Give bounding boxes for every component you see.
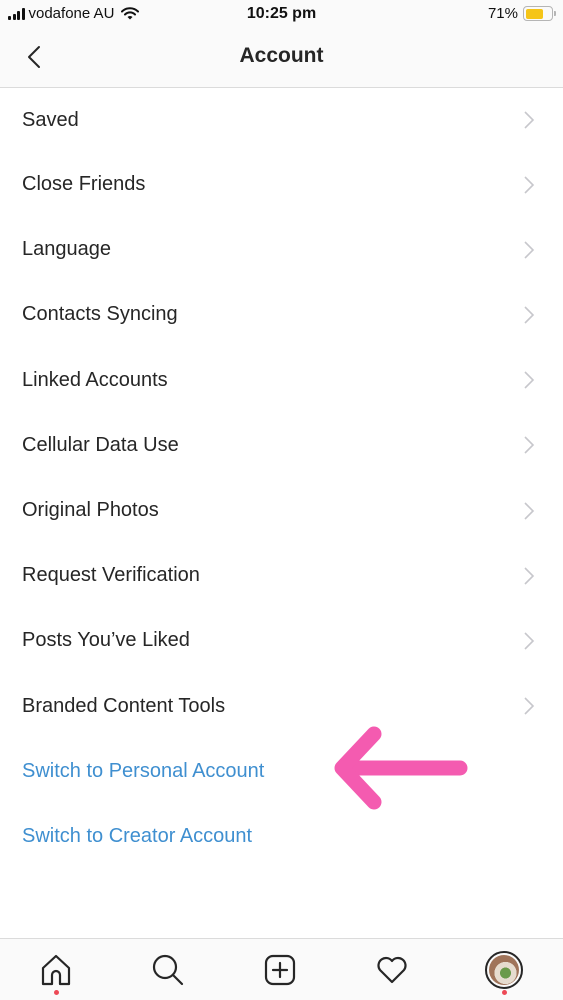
- menu-item-label: Branded Content Tools: [22, 694, 226, 717]
- chevron-right-icon: [524, 501, 535, 520]
- menu-item-label: Contacts Syncing: [22, 303, 178, 326]
- search-icon: [152, 954, 184, 986]
- menu-item-original-photos[interactable]: Original Photos: [0, 478, 563, 543]
- battery-icon: [523, 6, 556, 21]
- menu-item-saved[interactable]: Saved: [0, 88, 563, 152]
- menu-item-contacts-syncing[interactable]: Contacts Syncing: [0, 282, 563, 347]
- menu-item-close-friends[interactable]: Close Friends: [0, 152, 563, 217]
- menu-item-label: Posts You’ve Liked: [22, 629, 190, 652]
- tab-new-post[interactable]: [250, 939, 310, 1000]
- nav-bar: Account: [0, 30, 563, 88]
- menu-item-linked-accounts[interactable]: Linked Accounts: [0, 348, 563, 413]
- tab-activity[interactable]: [362, 939, 422, 1000]
- tab-search[interactable]: [138, 939, 198, 1000]
- chevron-right-icon: [524, 241, 535, 259]
- status-time: 10:25 pm: [246, 5, 317, 22]
- chevron-right-icon: [524, 306, 535, 324]
- battery-percent: 71%: [487, 5, 518, 22]
- chevron-right-icon: [524, 176, 535, 194]
- menu-item-label: Request Verification: [22, 564, 200, 587]
- status-bar: vodafone AU 10:25 pm 71%: [0, 0, 563, 30]
- menu-item-label: Saved: [22, 108, 79, 131]
- chevron-right-icon: [524, 567, 535, 585]
- menu-item-label: Cellular Data Use: [22, 433, 179, 456]
- chevron-right-icon: [524, 371, 535, 389]
- chevron-right-icon: [524, 697, 535, 715]
- tab-home[interactable]: [26, 939, 86, 1000]
- menu-item-label: Language: [22, 238, 111, 261]
- arrow-left-icon: [334, 726, 468, 810]
- menu-item-cellular-data-use[interactable]: Cellular Data Use: [0, 413, 563, 478]
- menu-item-label: Linked Accounts: [22, 368, 168, 391]
- menu-item-posts-liked[interactable]: Posts You’ve Liked: [0, 608, 563, 673]
- menu-item-language[interactable]: Language: [0, 217, 563, 282]
- switch-to-personal-account-link[interactable]: Switch to Personal Account: [0, 739, 563, 804]
- avatar-image: [489, 955, 519, 985]
- status-right: 71%: [487, 5, 556, 22]
- menu-item-request-verification[interactable]: Request Verification: [0, 543, 563, 608]
- account-menu: Saved Close Friends Language Contacts Sy…: [0, 88, 563, 869]
- menu-item-label: Switch to Creator Account: [22, 824, 253, 847]
- avatar: [485, 951, 523, 989]
- chevron-right-icon: [524, 111, 535, 129]
- tab-bar: [0, 938, 563, 1000]
- menu-item-label: Switch to Personal Account: [22, 759, 265, 782]
- switch-to-creator-account-link[interactable]: Switch to Creator Account: [0, 804, 563, 869]
- page-title: Account: [239, 44, 324, 67]
- chevron-right-icon: [524, 632, 535, 650]
- menu-item-branded-content-tools[interactable]: Branded Content Tools: [0, 674, 563, 739]
- notification-dot: [501, 990, 507, 995]
- chevron-right-icon: [524, 436, 535, 454]
- menu-item-label: Close Friends: [22, 173, 146, 196]
- home-icon: [41, 954, 71, 986]
- battery-level: [525, 8, 544, 19]
- notification-dot: [53, 990, 59, 995]
- plus-square-icon: [264, 954, 296, 986]
- menu-item-label: Original Photos: [22, 499, 159, 522]
- tab-profile[interactable]: [474, 939, 534, 1000]
- heart-icon: [377, 956, 407, 984]
